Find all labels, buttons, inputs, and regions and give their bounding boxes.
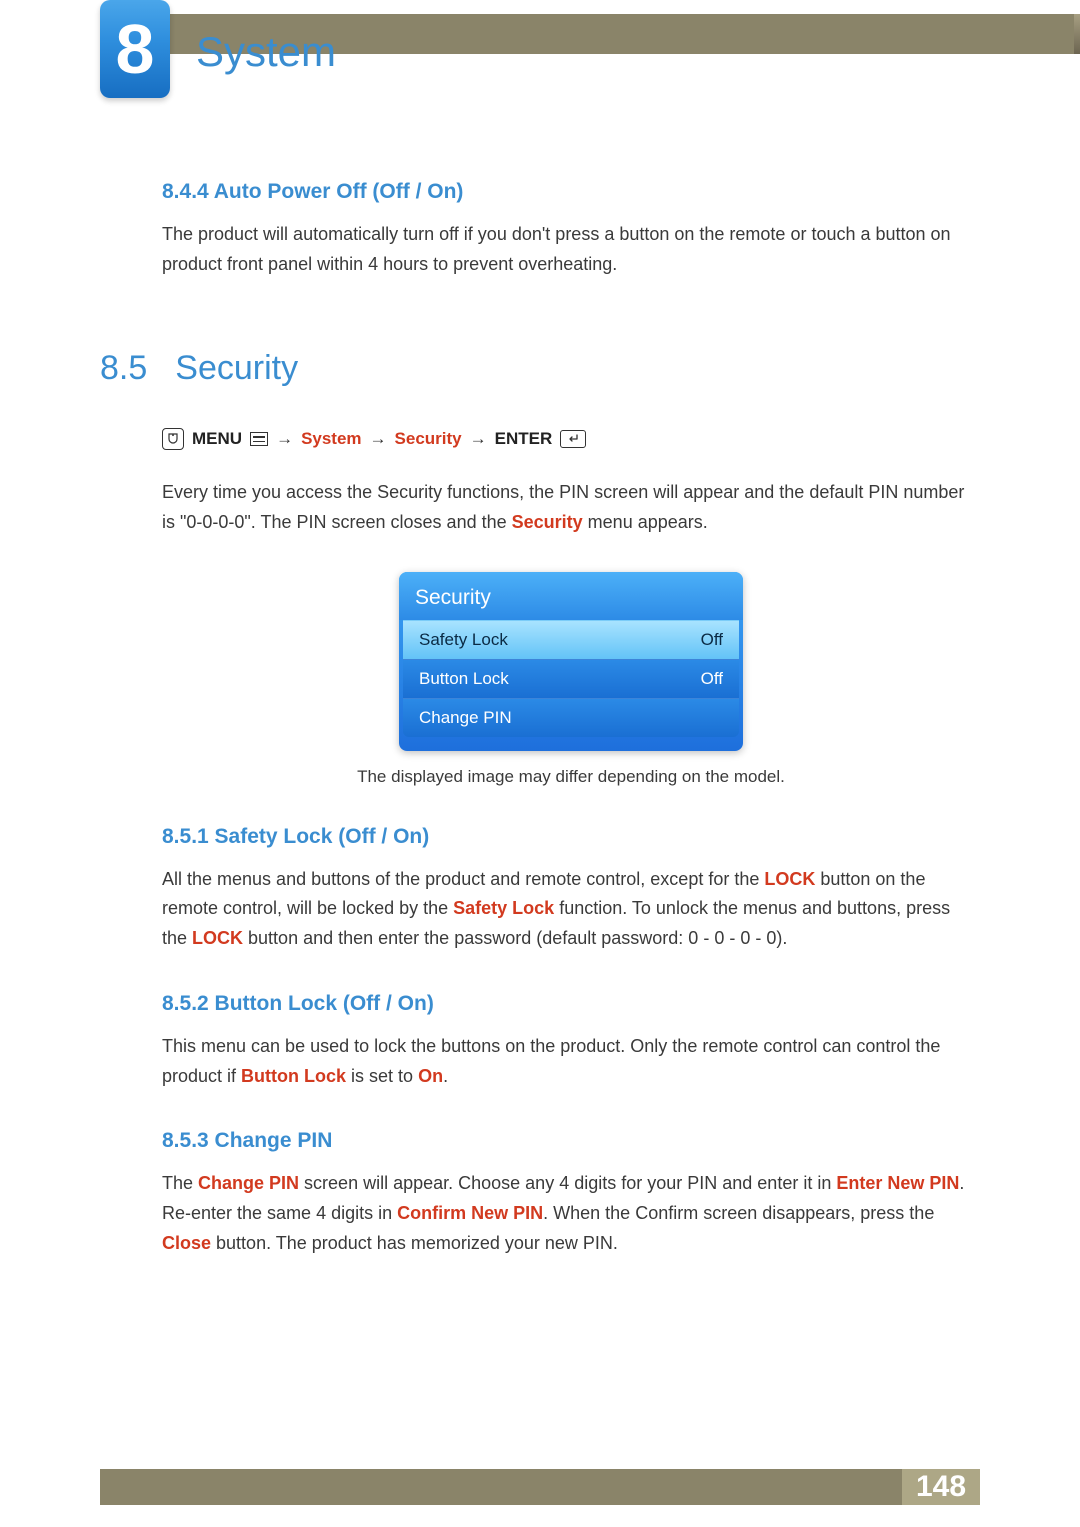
page-number-box: 148 [902, 1469, 980, 1505]
keyword-change-pin: Change PIN [198, 1173, 299, 1193]
keyword-enter-new-pin: Enter New PIN [836, 1173, 959, 1193]
intro-text-b: menu appears. [583, 512, 708, 532]
nav-menu-label: MENU [192, 429, 242, 449]
keyword-button-lock: Button Lock [241, 1066, 346, 1086]
text: is set to [346, 1066, 418, 1086]
enter-icon [560, 430, 586, 448]
chapter-number: 8 [116, 9, 155, 89]
text: The [162, 1173, 198, 1193]
text: screen will appear. Choose any 4 digits … [299, 1173, 836, 1193]
keyword-safety-lock: Safety Lock [453, 898, 554, 918]
content-area: 8.4.4 Auto Power Off (Off / On) The prod… [100, 180, 980, 1258]
osd-item-label: Safety Lock [419, 630, 508, 650]
text: button and then enter the password (defa… [243, 928, 787, 948]
keyword-lock: LOCK [764, 869, 815, 889]
nav-arrow: → [370, 429, 387, 449]
osd-item-change-pin: Change PIN [403, 698, 739, 737]
nav-arrow: → [470, 429, 487, 449]
section-8-4-4: 8.4.4 Auto Power Off (Off / On) The prod… [162, 180, 980, 279]
section-title: Security [175, 349, 298, 388]
heading-8-5-3: 8.5.3 Change PIN [162, 1129, 980, 1153]
section-8-5-1: 8.5.1 Safety Lock (Off / On) All the men… [162, 825, 980, 954]
nav-path: MENU → System → Security → ENTER [162, 428, 980, 450]
osd-item-value: Off [701, 630, 723, 650]
footer-right-gap [980, 1469, 1080, 1505]
osd-item-button-lock: Button Lock Off [403, 659, 739, 698]
section-8-5-3: 8.5.3 Change PIN The Change PIN screen w… [162, 1129, 980, 1258]
menu-icon [250, 432, 268, 446]
keyword-confirm-new-pin: Confirm New PIN [397, 1203, 543, 1223]
body-8-5-2: This menu can be used to lock the button… [162, 1032, 980, 1091]
header-band-edge [1074, 14, 1080, 54]
osd-title: Security [399, 572, 743, 620]
nav-step-security: Security [395, 429, 462, 449]
body-8-5-1: All the menus and buttons of the product… [162, 865, 980, 954]
heading-8-5-1: 8.5.1 Safety Lock (Off / On) [162, 825, 980, 849]
text: . When the Confirm screen disappears, pr… [543, 1203, 934, 1223]
intro-paragraph: Every time you access the Security funct… [162, 478, 980, 537]
remote-icon [162, 428, 184, 450]
keyword-lock: LOCK [192, 928, 243, 948]
osd-item-label: Change PIN [419, 708, 512, 728]
text: . [443, 1066, 448, 1086]
osd-caption: The displayed image may differ depending… [357, 767, 785, 787]
section-8-5-2: 8.5.2 Button Lock (Off / On) This menu c… [162, 992, 980, 1091]
nav-enter-label: ENTER [495, 429, 553, 449]
text: All the menus and buttons of the product… [162, 869, 764, 889]
nav-step-system: System [301, 429, 361, 449]
chapter-title: System [196, 28, 336, 76]
nav-arrow: → [276, 429, 293, 449]
page-number: 148 [916, 1470, 966, 1504]
osd-item-value: Off [701, 669, 723, 689]
osd-item-safety-lock: Safety Lock Off [403, 620, 739, 659]
body-8-4-4: The product will automatically turn off … [162, 220, 980, 279]
osd-figure: Security Safety Lock Off Button Lock Off… [162, 572, 980, 787]
section-8-5-body: MENU → System → Security → ENTER Every t… [162, 428, 980, 1258]
body-8-5-3: The Change PIN screen will appear. Choos… [162, 1169, 980, 1258]
osd-item-label: Button Lock [419, 669, 509, 689]
section-number: 8.5 [100, 349, 147, 388]
heading-8-4-4: 8.4.4 Auto Power Off (Off / On) [162, 180, 980, 204]
heading-8-5-2: 8.5.2 Button Lock (Off / On) [162, 992, 980, 1016]
keyword-close: Close [162, 1233, 211, 1253]
osd-menu: Security Safety Lock Off Button Lock Off… [399, 572, 743, 751]
chapter-tab: 8 [100, 0, 170, 98]
text: button. The product has memorized your n… [211, 1233, 618, 1253]
page: 8 System 8.4.4 Auto Power Off (Off / On)… [0, 0, 1080, 1527]
keyword-on: On [418, 1066, 443, 1086]
intro-keyword: Security [512, 512, 583, 532]
section-8-5-heading: 8.5 Security [100, 349, 980, 388]
